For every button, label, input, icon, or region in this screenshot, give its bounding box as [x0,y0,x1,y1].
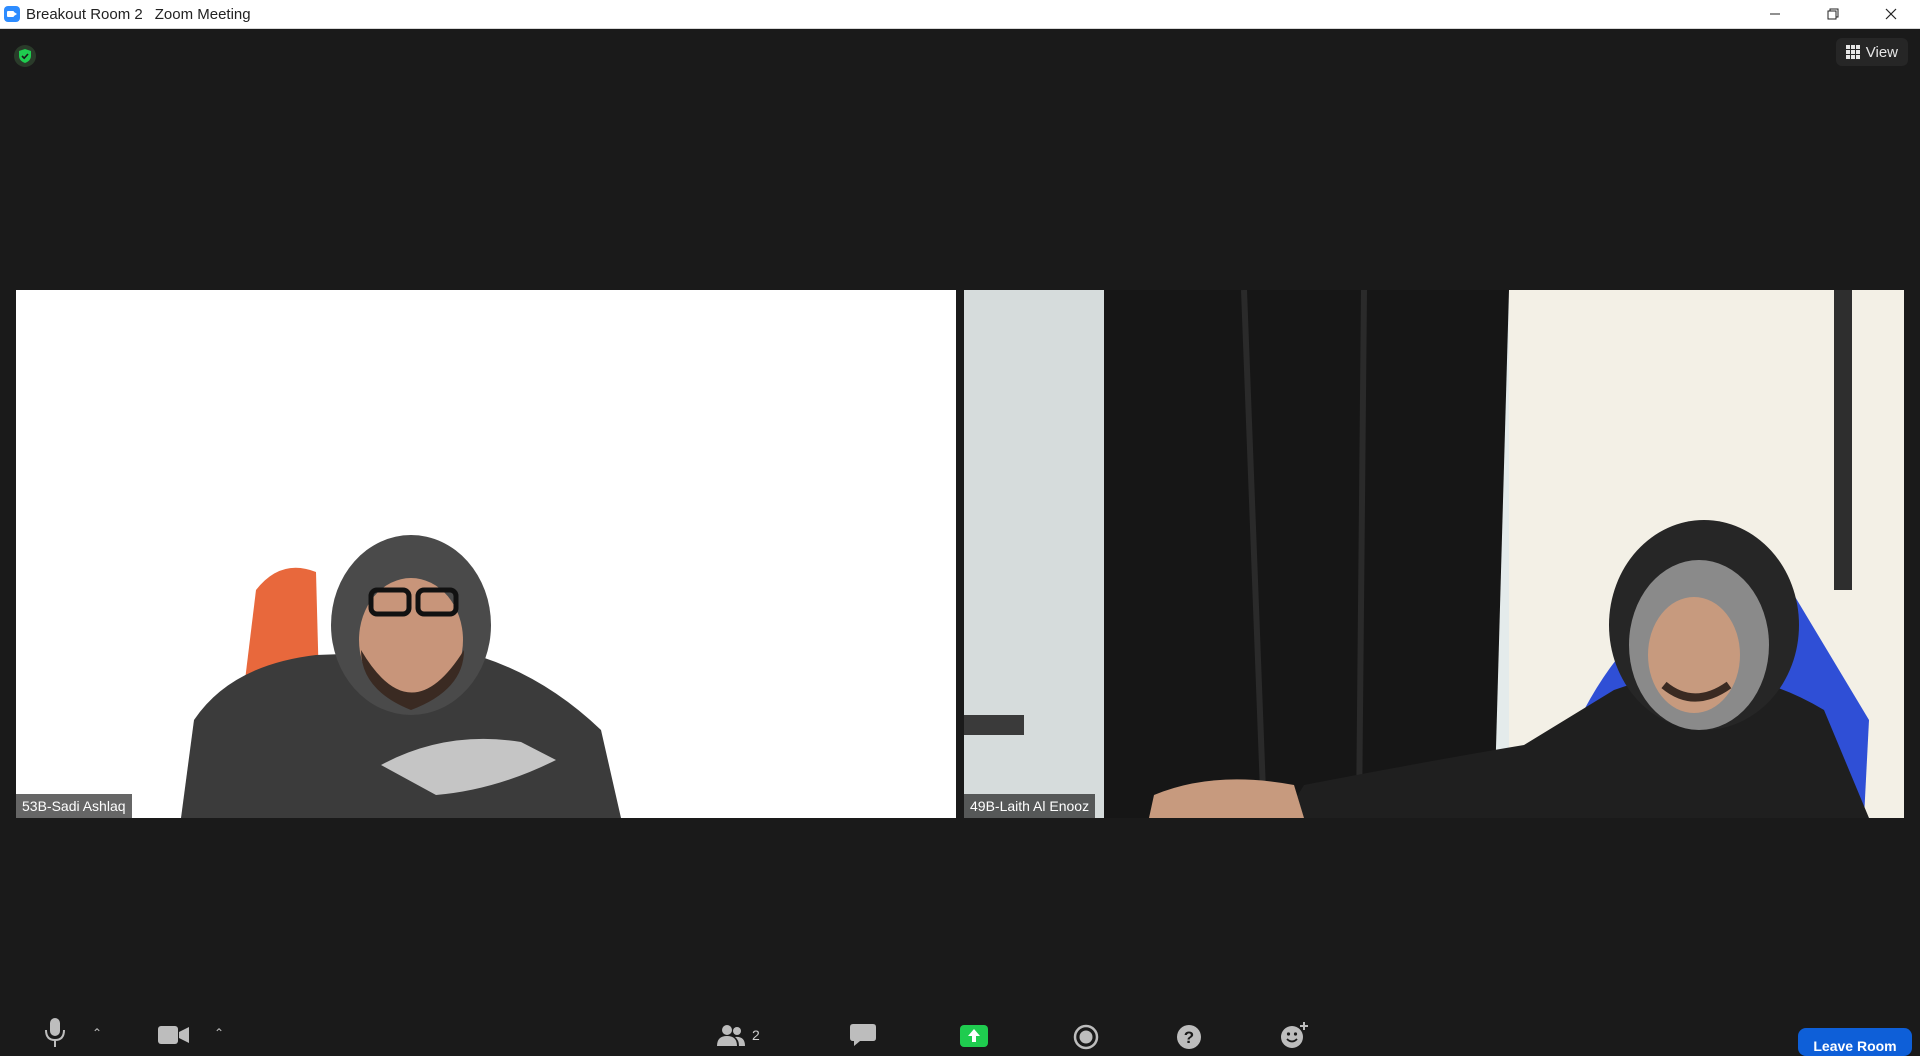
help-icon: ? [1177,1025,1201,1049]
mute-button[interactable] [44,1018,66,1048]
ask-for-help-button[interactable]: ? [1176,1024,1202,1050]
close-icon [1885,8,1897,20]
close-button[interactable] [1862,0,1920,29]
minimize-button[interactable] [1746,0,1804,29]
video-camera-icon [158,1026,189,1044]
share-screen-button[interactable] [960,1025,988,1047]
chat-button[interactable] [850,1024,876,1046]
grid-icon [1845,45,1860,59]
restore-button[interactable] [1804,0,1862,29]
stop-video-button[interactable] [158,1026,190,1044]
meeting-toolbar: ⌃ ⌃ 2 ? Leave Room [0,1000,1920,1056]
window-title-app: Zoom Meeting [154,5,251,23]
participants-button[interactable]: 2 [716,1024,760,1046]
chat-icon [850,1024,876,1046]
participant-name-tag: 53B-Sadi Ashlaq [16,794,132,818]
participant-name-tag: 49B-Laith Al Enooz [964,794,1096,818]
participant-video-feed [16,290,956,818]
video-options-chevron-icon[interactable]: ⌃ [214,1026,224,1040]
restore-icon [1827,8,1839,20]
view-label: View [1865,43,1898,61]
record-button[interactable] [1073,1024,1099,1050]
video-tile-participant-1[interactable]: 53B-Sadi Ashlaq [16,290,956,818]
view-button[interactable]: View [1835,38,1908,66]
svg-text:?: ? [1184,1028,1194,1047]
security-shield-icon[interactable] [14,45,36,67]
video-tile-participant-2[interactable]: 49B-Laith Al Enooz [964,290,1904,818]
shield-check-icon [19,49,31,63]
audio-options-chevron-icon[interactable]: ⌃ [92,1026,102,1040]
microphone-icon [45,1018,65,1047]
window-titlebar: Breakout Room 2 Zoom Meeting [0,0,1920,29]
reactions-button[interactable] [1280,1020,1310,1050]
window-title-room: Breakout Room 2 [26,5,143,23]
participants-icon [717,1025,745,1046]
zoom-app-icon [4,6,20,22]
reactions-icon [1281,1022,1308,1048]
window-controls [1746,0,1920,29]
share-screen-icon [960,1025,988,1047]
participants-count: 2 [752,1027,760,1043]
record-icon [1073,1024,1099,1050]
minimize-icon [1770,13,1780,15]
leave-room-button[interactable]: Leave Room [1798,1028,1912,1056]
participant-video-feed [964,290,1904,818]
